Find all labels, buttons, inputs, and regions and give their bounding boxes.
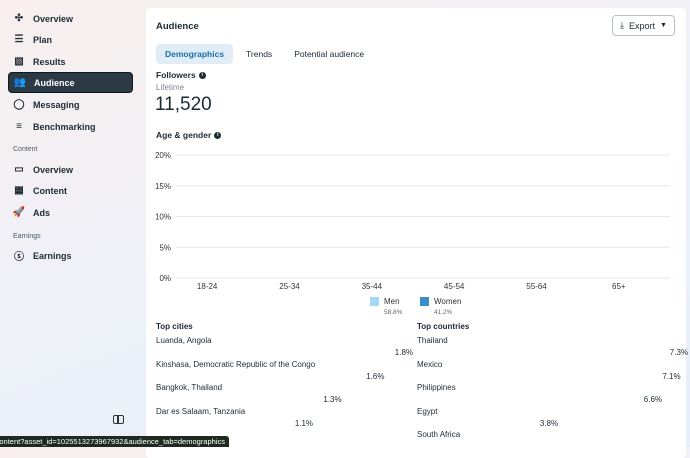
- x-tick-label: 18-24: [197, 282, 218, 291]
- list-item: Egypt 3.8%: [417, 402, 688, 428]
- y-tick-label: 15%: [155, 182, 171, 191]
- chart-icon: ▧: [14, 56, 24, 67]
- export-button[interactable]: ⤓ Export ▼: [612, 15, 675, 36]
- followers-count: 11,520: [155, 94, 212, 115]
- x-tick-label: 35-44: [362, 282, 383, 291]
- list-item-name: Mexico: [417, 359, 443, 369]
- list-item-name: Egypt: [417, 406, 438, 416]
- sidebar-item-results[interactable]: ▧ Results: [8, 51, 133, 72]
- list-item-name: Dar es Salaam, Tanzania: [156, 406, 246, 416]
- overview-icon: ✣: [14, 13, 24, 24]
- status-bar-url: ghts/content?asset_id=1025513273967932&a…: [0, 436, 229, 447]
- legend-swatch-women: [420, 297, 429, 306]
- info-icon[interactable]: i: [198, 72, 206, 80]
- list-item: Kinshasa, Democratic Republic of the Con…: [156, 355, 413, 381]
- sidebar: ✣ Overview ☰ Plan ▧ Results 👥 Audience ◯ Mess…: [0, 0, 140, 447]
- followers-period: Lifetime: [156, 83, 185, 92]
- followers-heading: Followers i: [156, 70, 206, 80]
- sidebar-item-ads[interactable]: 🚀 Ads: [8, 202, 133, 223]
- sidebar-item-plan[interactable]: ☰ Plan: [8, 29, 133, 50]
- y-tick-label: 20%: [155, 151, 171, 160]
- info-icon[interactable]: i: [214, 132, 222, 140]
- collapse-sidebar-icon[interactable]: [113, 415, 124, 424]
- sidebar-item-earnings[interactable]: ⓢ Earnings: [8, 245, 133, 266]
- section-label-earnings: Earnings: [13, 233, 41, 240]
- sidebar-item-benchmarking[interactable]: ≡ Benchmarking: [8, 116, 133, 137]
- top-countries: Top countries Thailand 7.3% Mexico 7.1% Phil…: [417, 322, 688, 449]
- audience-card: Audience ⤓ Export ▼ Demographics Trends Po…: [146, 8, 688, 458]
- legend-swatch-men: [370, 297, 379, 306]
- y-tick-label: 0%: [159, 274, 171, 283]
- age-gender-chart: 0% 5% 10% 15% 20% 18-24 25-34 35-44 45-54 55-64 65…: [155, 151, 670, 316]
- legend-share: 58.8%: [384, 309, 403, 316]
- x-tick-label: 25-34: [279, 282, 300, 291]
- legend-label: Men: [384, 297, 400, 306]
- legend-share: 41.2%: [434, 309, 453, 316]
- caret-down-icon: ▼: [660, 22, 667, 29]
- top-countries-heading: Top countries: [417, 322, 470, 331]
- list-item-name: Kinshasa, Democratic Republic of the Con…: [156, 359, 316, 369]
- tab-potential-audience[interactable]: Potential audience: [285, 44, 373, 64]
- grid-icon: ▦: [14, 185, 24, 196]
- sidebar-item-content-overview[interactable]: ▭ Overview: [8, 159, 133, 180]
- top-cities: Top cities Luanda, Angola 1.8% Kinshasa, D…: [156, 322, 413, 428]
- list-item: Philippines 6.6%: [417, 378, 688, 404]
- benchmark-icon: ≡: [16, 121, 22, 132]
- list-item: Thailand 7.3%: [417, 331, 688, 357]
- download-icon: ⤓: [620, 20, 625, 30]
- sidebar-item-audience[interactable]: 👥 Audience: [8, 72, 133, 93]
- rocket-icon: 🚀: [12, 207, 26, 218]
- section-label-content: Content: [13, 146, 38, 153]
- top-cities-heading: Top cities: [156, 322, 193, 331]
- list-item-name: Thailand: [417, 336, 448, 345]
- list-item-percent: 1.1%: [294, 418, 314, 428]
- list-icon: ☰: [14, 34, 24, 45]
- dollar-icon: ⓢ: [14, 252, 24, 263]
- sidebar-item-content[interactable]: ▦ Content: [8, 180, 133, 201]
- list-item: Dar es Salaam, Tanzania 1.1%: [156, 402, 413, 428]
- chat-icon: ◯: [13, 99, 25, 110]
- list-item-name: Philippines: [417, 383, 456, 392]
- tab-trends[interactable]: Trends: [237, 44, 281, 64]
- y-tick-label: 5%: [159, 243, 171, 252]
- list-item: Bangkok, Thailand 1.3%: [156, 378, 413, 404]
- sidebar-item-messaging[interactable]: ◯ Messaging: [8, 94, 133, 115]
- tab-bar: Demographics Trends Potential audience: [156, 44, 373, 64]
- legend-label: Women: [434, 297, 461, 306]
- list-item: Mexico 7.1%: [417, 355, 688, 381]
- x-tick-label: 55-64: [526, 282, 547, 291]
- list-item-name: Luanda, Angola: [156, 336, 212, 345]
- tab-demographics[interactable]: Demographics: [156, 44, 234, 64]
- people-icon: 👥: [13, 77, 27, 88]
- monitor-icon: ▭: [14, 164, 24, 175]
- page-title: Audience: [156, 21, 199, 32]
- age-gender-heading: Age & gender i: [156, 130, 222, 140]
- y-tick-label: 10%: [155, 213, 171, 222]
- x-tick-label: 65+: [612, 282, 626, 291]
- list-item: South Africa: [417, 425, 688, 449]
- x-tick-label: 45-54: [444, 282, 465, 291]
- sidebar-item-overview[interactable]: ✣ Overview: [8, 8, 133, 29]
- list-item-name: South Africa: [417, 430, 461, 439]
- list-item: Luanda, Angola 1.8%: [156, 331, 413, 357]
- list-item-name: Bangkok, Thailand: [156, 383, 223, 392]
